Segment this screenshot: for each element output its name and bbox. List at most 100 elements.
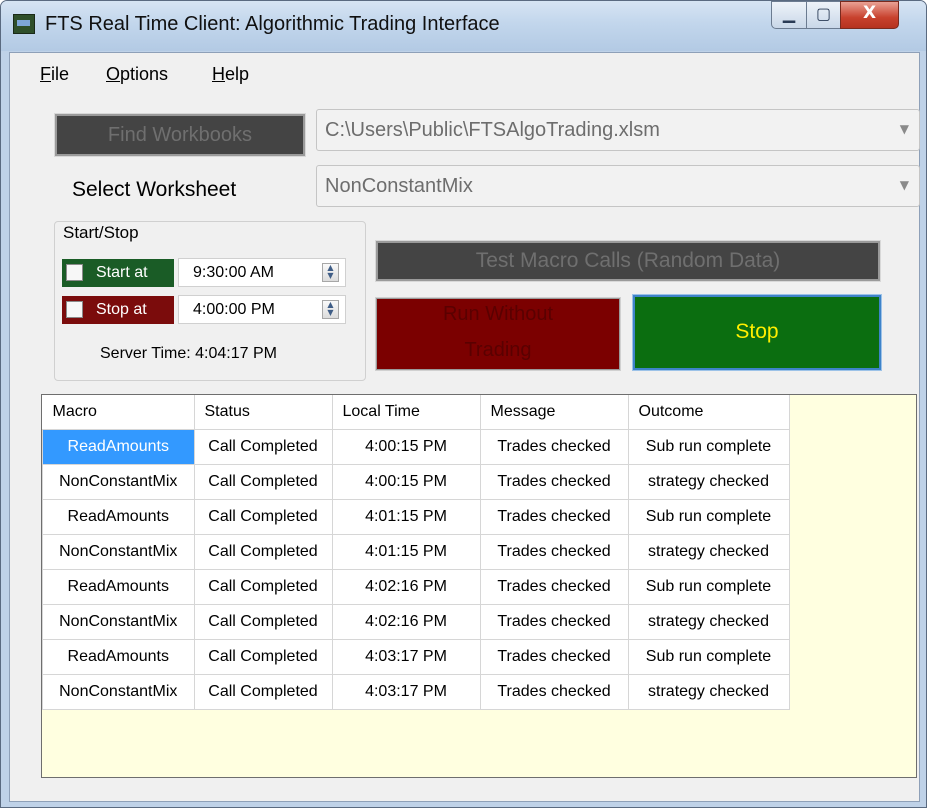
cell-status[interactable]: Call Completed <box>193 569 333 605</box>
menu-help-mnemonic: H <box>212 64 225 84</box>
cell-status[interactable]: Call Completed <box>193 674 333 710</box>
cell-macro[interactable]: ReadAmounts <box>42 569 195 605</box>
start-at-checkbox[interactable]: Start at <box>62 259 174 287</box>
cell-macro[interactable]: NonConstantMix <box>42 674 195 710</box>
spinner-updown-icon[interactable]: ▲ ▼ <box>322 300 339 319</box>
table-row[interactable]: NonConstantMix Call Completed 4:03:17 PM… <box>42 674 790 710</box>
menu-options[interactable]: Options <box>106 64 168 85</box>
start-time-picker[interactable]: 9:30:00 AM ▲ ▼ <box>178 258 346 287</box>
cell-macro[interactable]: ReadAmounts <box>42 639 195 675</box>
cell-local-time[interactable]: 4:00:15 PM <box>331 464 481 500</box>
spinner-updown-icon[interactable]: ▲ ▼ <box>322 263 339 282</box>
cell-message[interactable]: Trades checked <box>479 639 629 675</box>
cell-macro[interactable]: ReadAmounts <box>42 429 195 465</box>
cell-local-time[interactable]: 4:02:16 PM <box>331 569 481 605</box>
close-icon: X <box>862 3 877 23</box>
column-header-macro[interactable]: Macro <box>42 395 195 430</box>
stop-at-checkbox[interactable]: Stop at <box>62 296 174 324</box>
stop-time-value: 4:00:00 PM <box>193 301 275 318</box>
table-row[interactable]: NonConstantMix Call Completed 4:00:15 PM… <box>42 464 790 500</box>
macro-log-grid[interactable]: Macro Status Local Time Message Outcome … <box>41 394 917 778</box>
table-row[interactable]: ReadAmounts Call Completed 4:03:17 PM Tr… <box>42 639 790 675</box>
worksheet-value: NonConstantMix <box>325 175 473 197</box>
app-icon <box>13 14 35 34</box>
workbook-path-combo[interactable]: C:\Users\Public\FTSAlgoTrading.xlsm ▼ <box>316 109 920 151</box>
cell-outcome[interactable]: Sub run complete <box>627 429 790 465</box>
column-header-local-time[interactable]: Local Time <box>332 395 481 430</box>
run-without-trading-button[interactable]: Run Without Trading <box>375 297 621 371</box>
table-row[interactable]: NonConstantMix Call Completed 4:01:15 PM… <box>42 534 790 570</box>
cell-message[interactable]: Trades checked <box>479 569 629 605</box>
cell-status[interactable]: Call Completed <box>193 499 333 535</box>
cell-message[interactable]: Trades checked <box>479 464 629 500</box>
column-header-outcome[interactable]: Outcome <box>628 395 790 430</box>
table-header-row: Macro Status Local Time Message Outcome <box>42 395 790 430</box>
cell-local-time[interactable]: 4:02:16 PM <box>331 604 481 640</box>
chevron-down-icon[interactable]: ▼ <box>900 122 909 136</box>
run-button-line2: Trading <box>464 339 532 361</box>
window-title: FTS Real Time Client: Algorithmic Tradin… <box>45 13 500 35</box>
minimize-button[interactable]: ▁ <box>771 1 807 29</box>
stop-time-picker[interactable]: 4:00:00 PM ▲ ▼ <box>178 295 346 324</box>
server-time-label: Server Time: 4:04:17 PM <box>100 345 277 362</box>
table-row[interactable]: ReadAmounts Call Completed 4:00:15 PM Tr… <box>42 429 790 465</box>
start-stop-group-title: Start/Stop <box>60 223 142 243</box>
cell-message[interactable]: Trades checked <box>479 429 629 465</box>
cell-outcome[interactable]: Sub run complete <box>627 569 790 605</box>
column-header-message[interactable]: Message <box>480 395 629 430</box>
cell-local-time[interactable]: 4:01:15 PM <box>331 534 481 570</box>
table-row[interactable]: NonConstantMix Call Completed 4:02:16 PM… <box>42 604 790 640</box>
menu-options-label: ptions <box>120 64 169 84</box>
cell-local-time[interactable]: 4:01:15 PM <box>331 499 481 535</box>
cell-outcome[interactable]: strategy checked <box>627 604 790 640</box>
workbook-path-value: C:\Users\Public\FTSAlgoTrading.xlsm <box>325 119 660 141</box>
cell-outcome[interactable]: strategy checked <box>627 674 790 710</box>
menu-bar: File Options Help <box>10 53 919 91</box>
cell-message[interactable]: Trades checked <box>479 604 629 640</box>
table-row[interactable]: ReadAmounts Call Completed 4:02:16 PM Tr… <box>42 569 790 605</box>
test-macro-calls-button[interactable]: Test Macro Calls (Random Data) <box>375 240 881 282</box>
cell-status[interactable]: Call Completed <box>193 639 333 675</box>
cell-status[interactable]: Call Completed <box>193 534 333 570</box>
cell-outcome[interactable]: strategy checked <box>627 464 790 500</box>
close-button[interactable]: X <box>840 1 899 29</box>
find-workbooks-button[interactable]: Find Workbooks <box>54 113 306 157</box>
checkbox-square[interactable] <box>66 264 83 281</box>
cell-outcome[interactable]: Sub run complete <box>627 639 790 675</box>
cell-status[interactable]: Call Completed <box>193 429 333 465</box>
maximize-button[interactable]: ▢ <box>806 1 841 29</box>
start-time-value: 9:30:00 AM <box>193 264 274 281</box>
cell-macro[interactable]: ReadAmounts <box>42 499 195 535</box>
cell-local-time[interactable]: 4:03:17 PM <box>331 674 481 710</box>
cell-message[interactable]: Trades checked <box>479 499 629 535</box>
menu-file-label: ile <box>51 64 70 84</box>
minimize-icon: ▁ <box>782 4 796 23</box>
cell-status[interactable]: Call Completed <box>193 464 333 500</box>
client-area: File Options Help Find Workbooks C:\User… <box>9 52 920 802</box>
macro-log-table: Macro Status Local Time Message Outcome … <box>42 395 790 710</box>
cell-local-time[interactable]: 4:00:15 PM <box>331 429 481 465</box>
run-button-line1: Run Without <box>442 303 554 325</box>
menu-help[interactable]: Help <box>212 64 249 85</box>
cell-macro[interactable]: NonConstantMix <box>42 534 195 570</box>
stop-button[interactable]: Stop <box>632 294 882 371</box>
menu-file[interactable]: File <box>40 64 69 85</box>
title-bar[interactable]: FTS Real Time Client: Algorithmic Tradin… <box>1 1 926 51</box>
cell-outcome[interactable]: strategy checked <box>627 534 790 570</box>
menu-file-mnemonic: F <box>40 64 51 84</box>
cell-message[interactable]: Trades checked <box>479 674 629 710</box>
chevron-down-icon[interactable]: ▼ <box>900 178 909 192</box>
checkbox-square[interactable] <box>66 301 83 318</box>
cell-macro[interactable]: NonConstantMix <box>42 604 195 640</box>
maximize-icon: ▢ <box>815 4 832 23</box>
cell-status[interactable]: Call Completed <box>193 604 333 640</box>
cell-local-time[interactable]: 4:03:17 PM <box>331 639 481 675</box>
cell-outcome[interactable]: Sub run complete <box>627 499 790 535</box>
worksheet-combo[interactable]: NonConstantMix ▼ <box>316 165 920 207</box>
menu-options-mnemonic: O <box>106 64 121 84</box>
cell-macro[interactable]: NonConstantMix <box>42 464 195 500</box>
start-at-label: Start at <box>96 264 148 281</box>
column-header-status[interactable]: Status <box>194 395 333 430</box>
table-row[interactable]: ReadAmounts Call Completed 4:01:15 PM Tr… <box>42 499 790 535</box>
cell-message[interactable]: Trades checked <box>479 534 629 570</box>
